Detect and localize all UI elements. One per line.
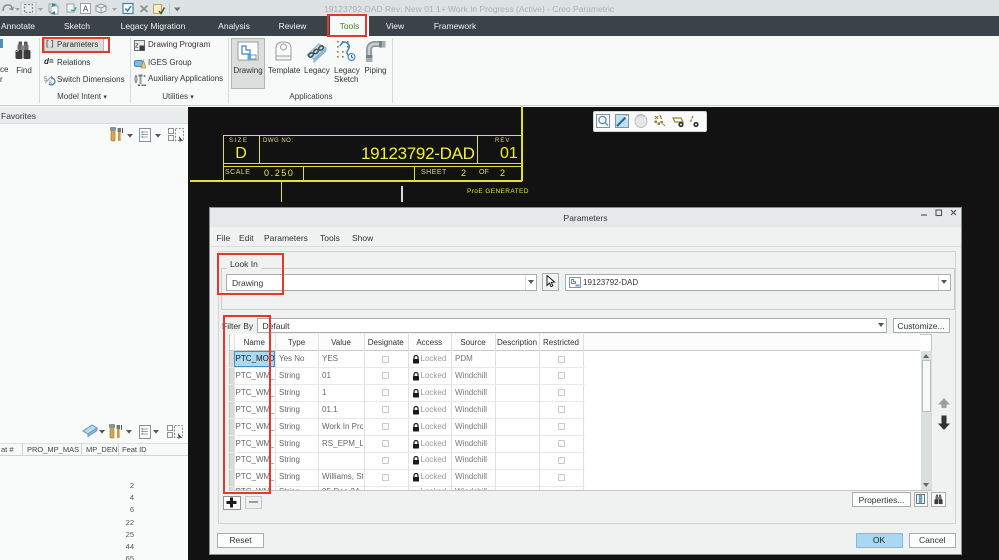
svg-text:A: A	[83, 5, 89, 14]
svg-text:z: z	[135, 43, 139, 50]
